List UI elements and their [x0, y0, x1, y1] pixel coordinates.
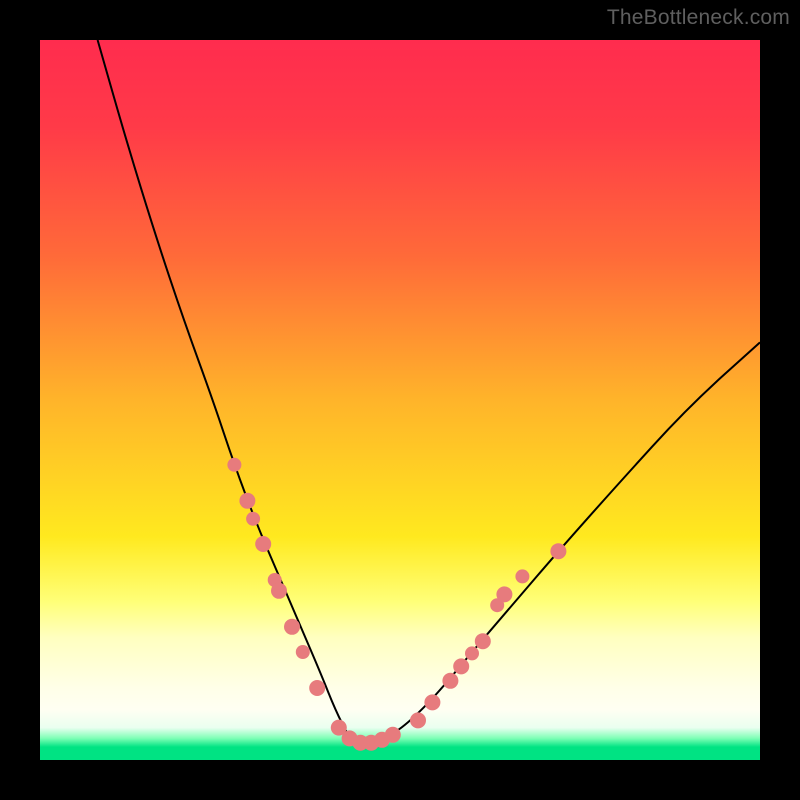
data-marker [475, 633, 491, 649]
data-marker [385, 727, 401, 743]
data-marker [410, 712, 426, 728]
data-marker [424, 694, 440, 710]
chart-frame: TheBottleneck.com [0, 0, 800, 800]
curve-svg [40, 40, 760, 760]
bottleneck-curve [98, 40, 760, 746]
data-marker [227, 458, 241, 472]
data-marker [284, 619, 300, 635]
data-marker [246, 512, 260, 526]
watermark-text: TheBottleneck.com [607, 6, 790, 30]
data-marker [442, 673, 458, 689]
plot-area [40, 40, 760, 760]
data-marker [296, 645, 310, 659]
data-marker [496, 586, 512, 602]
data-marker [515, 569, 529, 583]
data-marker [309, 680, 325, 696]
data-marker [271, 583, 287, 599]
data-marker [255, 536, 271, 552]
data-marker [465, 646, 479, 660]
marker-group [227, 458, 566, 751]
data-marker [453, 658, 469, 674]
data-marker [239, 493, 255, 509]
data-marker [550, 543, 566, 559]
